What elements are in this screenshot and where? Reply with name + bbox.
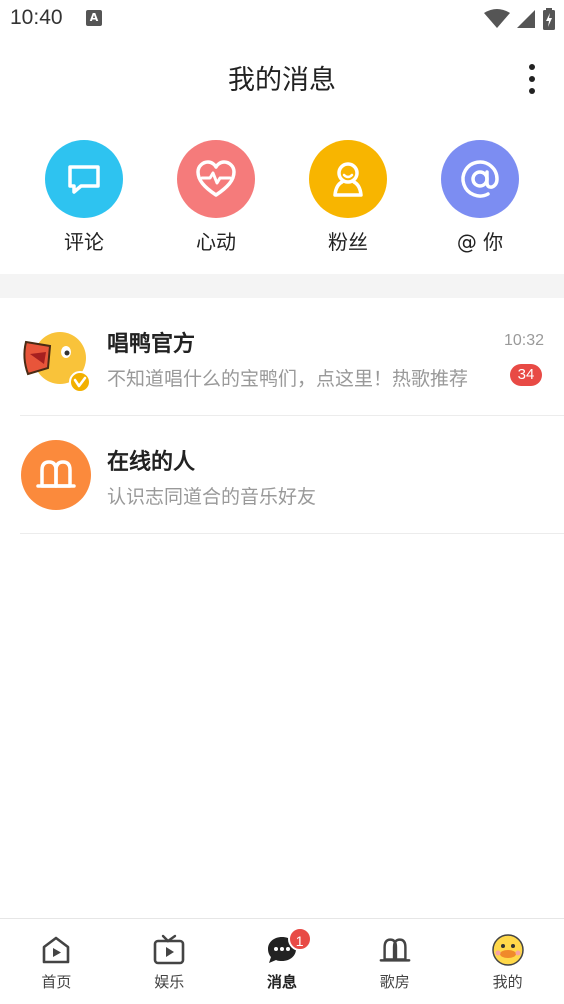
at-icon: [441, 140, 519, 218]
fans-icon: [309, 140, 387, 218]
nav-item-entertainment[interactable]: 娱乐: [113, 919, 226, 1004]
unread-count-badge: 34: [510, 364, 542, 386]
more-dot-icon: [529, 88, 535, 94]
message-title: 在线的人: [107, 450, 196, 475]
tv-play-icon: [152, 933, 186, 967]
bottom-nav: 首页 娱乐 消息 1 歌房 我的: [0, 918, 564, 1004]
notification-a-icon: A: [86, 10, 102, 26]
nav-item-song-room[interactable]: 歌房: [338, 919, 451, 1004]
quick-action-label: 心动: [196, 230, 236, 254]
section-divider: [0, 274, 564, 298]
quick-action-label: @ 你: [456, 230, 504, 254]
quick-actions: 评论 心动 粉丝 @ 你: [0, 140, 564, 260]
more-dot-icon: [529, 76, 535, 82]
message-time: 10:32: [503, 332, 544, 349]
more-dot-icon: [529, 64, 535, 70]
nav-label: 消息: [266, 973, 297, 991]
message-preview: 不知道唱什么的宝鸭们，点这里！热歌推荐: [107, 368, 469, 390]
heartbeat-icon: [177, 140, 255, 218]
quick-action-label: 粉丝: [328, 230, 368, 254]
header: 我的消息: [0, 40, 564, 116]
quick-action-mentions[interactable]: @ 你: [430, 140, 530, 255]
message-item-official[interactable]: 唱鸭官方 不知道唱什么的宝鸭们，点这里！热歌推荐 10:32 34: [0, 298, 564, 416]
nav-item-messages[interactable]: 消息 1: [226, 919, 339, 1004]
nav-unread-badge: 1: [287, 927, 312, 951]
nav-label: 我的: [492, 973, 523, 991]
home-play-icon: [39, 933, 73, 967]
comment-icon: [45, 140, 123, 218]
status-indicators: [484, 8, 556, 30]
room-people-icon: [378, 933, 412, 967]
wifi-icon: [484, 9, 510, 28]
status-time: 10:40: [10, 6, 63, 29]
duck-mascot-avatar: [20, 322, 92, 394]
quick-action-comments[interactable]: 评论: [34, 140, 134, 255]
nav-label: 歌房: [379, 973, 410, 991]
status-bar: 10:40 A: [0, 0, 564, 40]
nav-label: 首页: [41, 973, 72, 991]
list-separator: [20, 533, 564, 534]
battery-icon: [543, 8, 555, 30]
signal-icon: [517, 10, 535, 28]
quick-action-fans[interactable]: 粉丝: [298, 140, 398, 255]
nav-item-home[interactable]: 首页: [0, 919, 113, 1004]
quick-action-heartbeat[interactable]: 心动: [166, 140, 266, 255]
message-title: 唱鸭官方: [107, 332, 196, 357]
message-item-online-people[interactable]: 在线的人 认识志同道合的音乐好友: [0, 416, 564, 534]
duck-profile-icon: [491, 933, 525, 967]
quick-action-label: 评论: [64, 230, 104, 254]
nav-item-profile[interactable]: 我的: [451, 919, 564, 1004]
page-title: 我的消息: [228, 65, 336, 96]
more-options-button[interactable]: [526, 64, 538, 94]
nav-label: 娱乐: [154, 973, 185, 991]
online-people-icon: [21, 440, 93, 512]
message-preview: 认识志同道合的音乐好友: [107, 486, 317, 508]
